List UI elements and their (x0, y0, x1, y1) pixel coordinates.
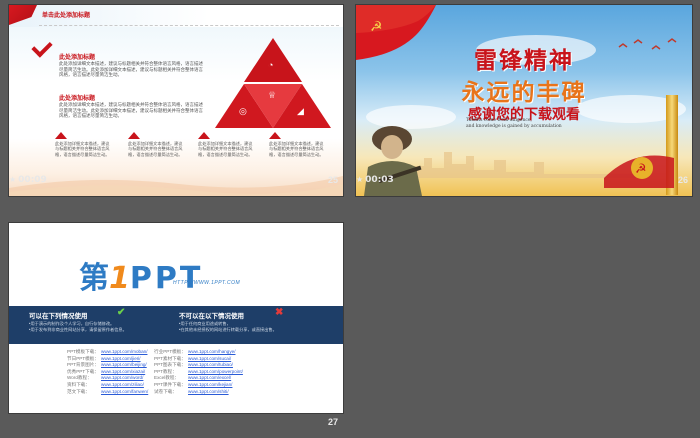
star-icon: ★ (356, 175, 364, 184)
slide-number: 25 (328, 175, 339, 185)
svg-text:☭: ☭ (635, 162, 647, 177)
link-item: PPT图表下载： www.1ppt.com/tubiao/ (154, 362, 243, 369)
link[interactable]: www.1ppt.com/hangye/ (188, 349, 236, 354)
allowed-text: •用于演示的制作及个人学习，自行存储修改。 •用于发布到非商业性网站分享，请保留… (29, 321, 127, 333)
link-label: PPT课件下载： (154, 381, 186, 387)
link-label: PPT模板下载： (67, 349, 99, 354)
section-title: 此处添加标题 (59, 55, 96, 61)
column-text: 此处添加详细文本描述，建议与标题相关并符合整体语言风格，语言描述尽量简洁生动。 (198, 141, 253, 157)
logo-text: 第 (79, 261, 109, 296)
chart-icon: ◢ (297, 106, 304, 116)
link-item: 行业PPT模板： www.1ppt.com/hangye/ (154, 349, 243, 356)
bullet-triangle-icon (55, 132, 67, 139)
target-icon: ◎ (239, 106, 247, 116)
link[interactable]: www.1ppt.com/excel/ (188, 375, 231, 380)
link[interactable]: www.1ppt.com/kejian/ (188, 382, 232, 387)
bullet-triangle-icon (198, 132, 210, 139)
slide-timing-25: ★ 00:09 (9, 175, 47, 185)
slide-number: 26 (678, 175, 689, 185)
link[interactable]: www.1ppt.com/jieri/ (101, 356, 141, 361)
logo-text: 1 (109, 261, 130, 296)
slide-timing-26: ★ 00:03 (356, 175, 394, 185)
link-label: 行业PPT模板： (154, 349, 186, 354)
usage-terms-band: 可以在下列情况使用 ✔ •用于演示的制作及个人学习，自行存储修改。 •用于发布到… (9, 306, 343, 344)
link-item: PPT背景图片： www.1ppt.com/beijing/ (67, 362, 148, 369)
column-text: 此处添加详细文本描述，建议与标题相关并符合整体语言风格，语言描述尽量简洁生动。 (269, 141, 324, 157)
slide-header-title: 单击此处添加标题 (42, 13, 91, 19)
star-icon: ★ (9, 175, 17, 184)
soldier-portrait (364, 126, 422, 196)
link[interactable]: www.1ppt.com/sucai/ (188, 356, 231, 361)
section-paragraph: 此处添加详细文本描述，建议与标题相关并符合整体语言风格，语言描述尽量简洁生动。此… (59, 102, 203, 119)
forbidden-line: •在其他未经授权的网站进行转载分享，或直接出售。 (179, 327, 277, 332)
column-text: 此处添加详细文本描述，建议与标题相关并符合整体语言风格，语言描述尽量简洁生动。 (128, 141, 183, 157)
slide-title-line1: 雷锋精神 (474, 48, 574, 74)
english-motto: Talents come from diligence, and knowled… (466, 118, 562, 130)
slide-thumbnail-27[interactable]: 第1PPT HTTP://WWW.1PPT.COM 可以在下列情况使用 ✔ •用… (9, 223, 343, 413)
slide-thumbnail-25[interactable]: 单击此处添加标题 此处添加标题 此处添加详细文本描述，建议与标题相关并符合整体语… (9, 5, 343, 196)
link[interactable]: www.1ppt.com/tubiao/ (188, 362, 233, 367)
link[interactable]: www.1ppt.com/word/ (101, 375, 143, 380)
link[interactable]: www.1ppt.com/beijing/ (101, 362, 147, 367)
link-item: Word教程： www.1ppt.com/word/ (67, 375, 148, 382)
trophy-icon: ♕ (268, 90, 277, 100)
link[interactable]: www.1ppt.com/ziliao/ (101, 382, 144, 387)
decorative-wave (9, 176, 343, 196)
link[interactable]: www.1ppt.com/fanwen/ (101, 389, 148, 394)
link-label: 资料下载： (67, 381, 90, 387)
links-left: PPT模板下载： www.1ppt.com/moban/ 节日PPT模板： www.… (67, 349, 148, 395)
links-right: 行业PPT模板： www.1ppt.com/hangye/ PPT素材下载： www… (154, 349, 243, 395)
link-label: PPT背景图片： (67, 362, 99, 368)
checkmark-icon (31, 36, 53, 58)
clock-icon: ◔ (268, 60, 274, 70)
english-line: and knowledge is gained by accumulation (466, 124, 562, 129)
forbidden-title: 不可以在以下情况使用 (179, 313, 244, 320)
slide-title-line2: 永远的丰碑 (461, 80, 587, 106)
link-label: Word教程： (67, 375, 92, 381)
link-label: 试卷下载： (154, 388, 177, 394)
link-item: PPT模板下载： www.1ppt.com/moban/ (67, 349, 148, 356)
link-item: Excel教程： www.1ppt.com/excel/ (154, 375, 243, 382)
allowed-title: 可以在下列情况使用 (29, 313, 88, 320)
header-divider (39, 25, 339, 26)
link-item: 资料下载： www.1ppt.com/ziliao/ (67, 382, 148, 389)
link[interactable]: www.1ppt.com/moban/ (101, 349, 147, 354)
logo-text: PPT (129, 261, 204, 296)
section-paragraph: 此处添加详细文本描述，建议与标题相关并符合整体语言风格，语言描述尽量简洁生动。此… (59, 61, 203, 78)
slide-number: 27 (328, 417, 339, 427)
link-label: Excel教程： (154, 375, 180, 381)
party-emblem-icon: ☭ (604, 155, 674, 188)
bullet-triangle-icon (128, 132, 140, 139)
link[interactable]: www.1ppt.com/shiti/ (188, 389, 229, 394)
allowed-line: •用于发布到非商业性网站分享，请保留原作者信息。 (29, 327, 127, 332)
cross-icon: ✖ (275, 307, 284, 318)
section-title: 此处添加标题 (59, 96, 96, 102)
link-item: 试卷下载： www.1ppt.com/shiti/ (154, 389, 243, 396)
link[interactable]: www.1ppt.com/xiazai/ (101, 369, 145, 374)
check-icon: ✔ (117, 307, 126, 318)
logo-url: HTTP://WWW.1PPT.COM (173, 280, 241, 286)
logo-1ppt: 第1PPT (79, 253, 203, 297)
bullet-triangle-icon (269, 132, 281, 139)
forbidden-text: •用于任何商业用途或转售， •在其他未经授权的网站进行转载分享，或直接出售。 (179, 321, 277, 333)
slide-thumbnail-26[interactable]: ☭ 雷锋精神 永远的丰碑 感谢您的下载观看 Talents come from … (356, 5, 692, 196)
link[interactable]: www.1ppt.com/powerpoint/ (188, 369, 243, 374)
link-label: PPT图表下载： (154, 362, 186, 368)
svg-text:☭: ☭ (370, 19, 383, 35)
link-item: PPT课件下载： www.1ppt.com/kejian/ (154, 382, 243, 389)
column-text: 此处添加详细文本描述，建议与标题相关并符合整体语言风格，语言描述尽量简洁生动。 (55, 141, 110, 157)
triangle-diagram: ◔ ◎ ♕ ◢ (215, 38, 331, 128)
link-label: 范文下载： (67, 388, 90, 394)
link-item: 范文下载： www.1ppt.com/fanwen/ (67, 389, 148, 396)
